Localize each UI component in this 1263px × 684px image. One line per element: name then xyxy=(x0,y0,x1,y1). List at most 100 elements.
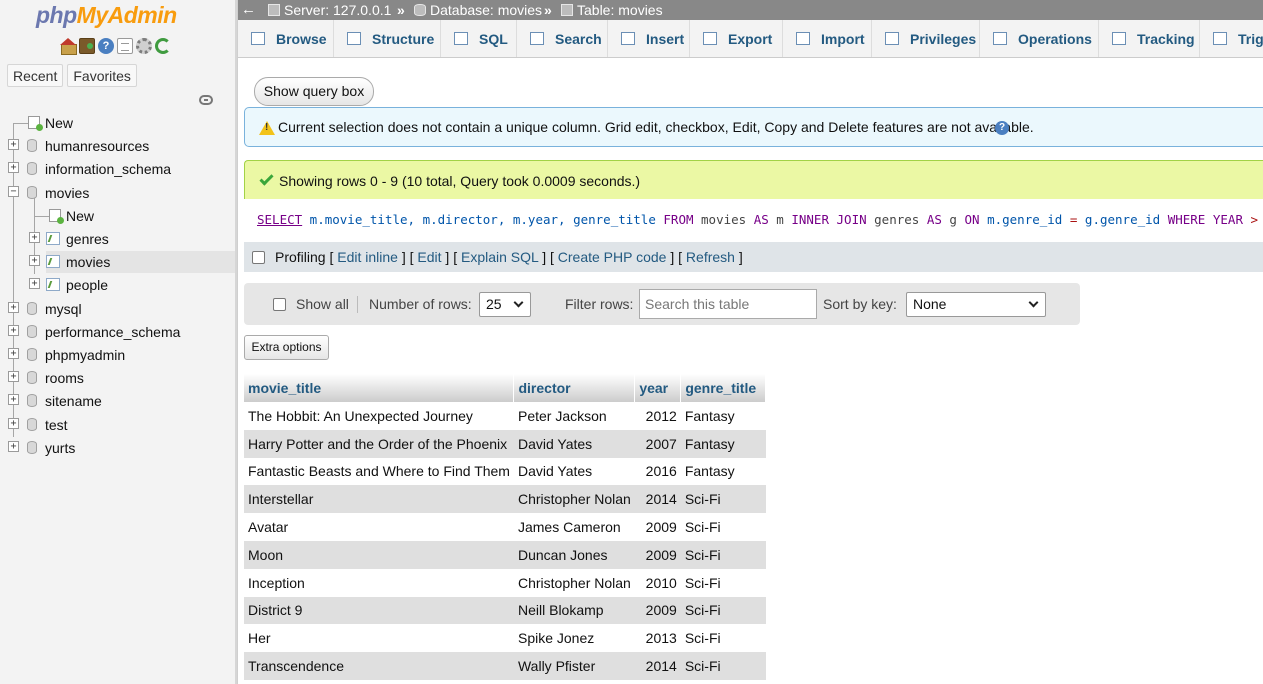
expand-icon[interactable]: + xyxy=(8,139,19,150)
cell-director: Spike Jonez xyxy=(513,624,635,653)
notice-message: Current selection does not contain a uni… xyxy=(244,107,1263,147)
tab-browse[interactable]: Browse xyxy=(238,20,334,57)
expand-icon[interactable]: + xyxy=(8,162,19,173)
docs-icon[interactable] xyxy=(117,38,133,54)
favorites-tab[interactable]: Favorites xyxy=(67,64,137,87)
tab-operations[interactable]: Operations xyxy=(980,20,1099,57)
tree-item-rooms[interactable]: + rooms xyxy=(0,367,237,389)
tree-item-mysql[interactable]: + mysql xyxy=(0,298,237,320)
tree-item-performance-schema[interactable]: + performance_schema xyxy=(0,321,237,343)
tab-label: SQL xyxy=(479,31,508,47)
cell-movie-title: Harry Potter and the Order of the Phoeni… xyxy=(244,429,514,458)
structure-icon xyxy=(347,32,361,45)
expand-icon[interactable]: + xyxy=(29,232,40,243)
expand-icon[interactable]: + xyxy=(8,348,19,359)
tab-export[interactable]: Export xyxy=(690,20,783,57)
sort-by-key-select[interactable]: None xyxy=(906,292,1046,317)
help-icon[interactable]: ? xyxy=(995,121,1009,135)
database-icon xyxy=(27,186,37,199)
tree-item-test[interactable]: + test xyxy=(0,414,237,436)
tab-structure[interactable]: Structure xyxy=(334,20,441,57)
column-header-genre-title[interactable]: genre_title xyxy=(680,374,767,402)
cell-movie-title: Moon xyxy=(244,540,514,569)
column-header-year[interactable]: year xyxy=(634,374,682,402)
home-icon[interactable] xyxy=(60,38,77,55)
tree-item-people[interactable]: + people xyxy=(21,274,237,296)
insert-icon xyxy=(621,32,635,45)
tree-item-label: New xyxy=(45,115,74,131)
tree-item-label: sitename xyxy=(45,393,102,409)
tab-trig[interactable]: Trig xyxy=(1200,20,1263,57)
explain-sql-link[interactable]: Explain SQL xyxy=(461,249,538,265)
breadcrumb-separator: » xyxy=(544,2,552,18)
tree-item-label: people xyxy=(66,277,109,293)
extra-options-button[interactable]: Extra options xyxy=(244,335,329,360)
exit-icon[interactable] xyxy=(79,38,95,54)
table-row: Harry Potter and the Order of the Phoeni… xyxy=(244,429,766,458)
tree-item-new[interactable]: New xyxy=(0,112,237,134)
tree-item-yurts[interactable]: + yurts xyxy=(0,437,237,459)
cell-movie-title: Avatar xyxy=(244,513,514,541)
help-icon[interactable]: ? xyxy=(98,38,114,54)
tree-item-movies[interactable]: + movies xyxy=(29,251,237,273)
panel-resizer[interactable] xyxy=(235,0,237,684)
tree-item-movies[interactable]: − movies xyxy=(0,182,237,204)
cell-year: 2014 xyxy=(634,485,681,514)
database-icon xyxy=(27,441,37,454)
column-header-director[interactable]: director xyxy=(513,374,636,402)
show-query-box-button[interactable]: Show query box xyxy=(254,77,374,106)
tree-item-phpmyadmin[interactable]: + phpmyadmin xyxy=(0,344,237,366)
triggers-icon xyxy=(1213,32,1227,45)
browse-icon xyxy=(251,32,265,45)
breadcrumb-server[interactable]: Server: 127.0.0.1 xyxy=(268,0,391,20)
edit-inline-link[interactable]: Edit inline xyxy=(337,249,398,265)
tab-insert[interactable]: Insert xyxy=(608,20,690,57)
navigation-panel: phpMyAdmin ? Recent Favorites New + humanr… xyxy=(0,0,238,684)
expand-icon[interactable]: + xyxy=(8,418,19,429)
tree-item-information-schema[interactable]: + information_schema xyxy=(0,158,237,180)
edit-link[interactable]: Edit xyxy=(417,249,441,265)
breadcrumb-database[interactable]: Database: movies xyxy=(414,0,542,20)
tab-privileges[interactable]: Privileges xyxy=(872,20,980,57)
expand-icon[interactable]: + xyxy=(8,441,19,452)
breadcrumb-table[interactable]: Table: movies xyxy=(561,0,663,20)
expand-icon[interactable]: + xyxy=(8,325,19,336)
tree-item-sitename[interactable]: + sitename xyxy=(0,390,237,412)
recent-tab[interactable]: Recent xyxy=(7,64,64,87)
tree-item-label: phpmyadmin xyxy=(45,347,126,363)
expand-icon[interactable]: + xyxy=(8,371,19,382)
expand-icon[interactable]: + xyxy=(8,394,19,405)
reload-icon[interactable] xyxy=(155,38,171,54)
import-icon xyxy=(796,32,810,45)
tab-search[interactable]: Search xyxy=(517,20,608,57)
phpmyadmin-logo[interactable]: phpMyAdmin xyxy=(36,2,177,29)
tab-sql[interactable]: SQL xyxy=(441,20,517,57)
collapse-icon[interactable]: − xyxy=(8,186,19,197)
profiling-checkbox[interactable] xyxy=(252,251,265,264)
column-header-movie-title[interactable]: movie_title xyxy=(244,374,515,402)
cell-year: 2013 xyxy=(634,624,681,653)
tab-import[interactable]: Import xyxy=(783,20,872,57)
settings-icon[interactable] xyxy=(136,38,152,54)
refresh-link[interactable]: Refresh xyxy=(686,249,735,265)
tree-item-label: information_schema xyxy=(45,161,172,177)
tab-label: Search xyxy=(555,31,602,47)
profiling-label: Profiling xyxy=(275,249,326,265)
tree-item-genres[interactable]: + genres xyxy=(21,228,237,250)
expand-icon[interactable]: + xyxy=(8,302,19,313)
tree-item-new[interactable]: New xyxy=(21,205,237,227)
filter-rows-input[interactable]: Search this table xyxy=(639,289,817,319)
export-icon xyxy=(703,32,717,45)
link-with-main-panel-icon[interactable] xyxy=(199,95,213,105)
cell-director: David Yates xyxy=(513,457,635,486)
tree-item-humanresources[interactable]: + humanresources xyxy=(0,135,237,157)
database-icon xyxy=(27,348,37,361)
expand-icon[interactable]: + xyxy=(29,278,40,289)
create-php-code-link[interactable]: Create PHP code xyxy=(558,249,667,265)
expand-icon[interactable]: + xyxy=(29,255,40,266)
back-arrow-icon[interactable]: ← xyxy=(241,0,256,20)
tab-tracking[interactable]: Tracking xyxy=(1099,20,1200,57)
show-all-checkbox[interactable] xyxy=(273,298,286,311)
cell-year: 2014 xyxy=(634,652,681,680)
number-of-rows-select[interactable]: 25 xyxy=(479,292,531,317)
